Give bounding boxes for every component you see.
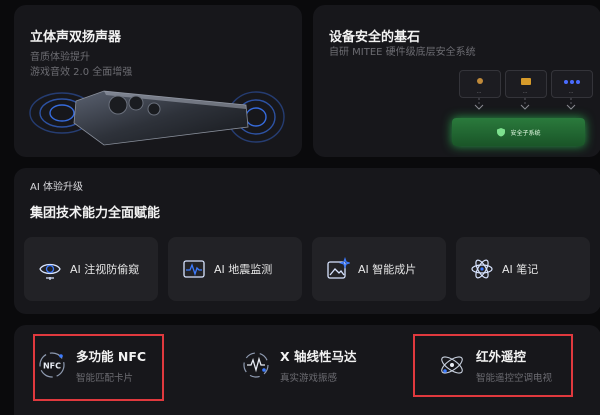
vibration-motor-icon <box>243 352 269 378</box>
speaker-card: 立体声双扬声器 音质体验提升 游戏音效 2.0 全面增强 <box>14 5 302 157</box>
secure-subsystem-label: 安全子系统 <box>510 129 541 137</box>
motor-title: X 轴线性马达 <box>280 349 357 364</box>
ai-small-label: AI 体验升级 <box>30 182 83 193</box>
nfc-highlight-box <box>33 334 164 401</box>
feature-tile-eye-privacy[interactable]: AI 注视防偷窥 <box>24 237 158 301</box>
security-title: 设备安全的基石 <box>329 30 421 45</box>
ai-heading: 集团技术能力全面赋能 <box>30 206 161 221</box>
feature-tile-notes[interactable]: AI 笔记 <box>456 237 590 301</box>
feature-label-earthquake: AI 地震监测 <box>214 263 273 276</box>
feature-label-eye-privacy: AI 注视防偷窥 <box>70 263 140 276</box>
secure-subsystem-chip: 安全子系统 <box>452 118 585 146</box>
eye-shield-icon <box>39 263 61 280</box>
phone-speaker-illustration <box>29 90 285 146</box>
feature-tile-earthquake[interactable]: AI 地震监测 <box>168 237 302 301</box>
feature-label-notes: AI 笔记 <box>502 263 539 276</box>
feature-tile-smart-video[interactable]: AI 智能成片 <box>312 237 446 301</box>
image-sparkle-icon <box>327 257 350 279</box>
x-axis-motor-feature[interactable]: X 轴线性马达 真实游戏振感 <box>240 345 357 385</box>
atom-icon <box>471 259 493 279</box>
seismic-wave-icon <box>183 260 205 278</box>
motor-subtitle: 真实游戏振感 <box>280 373 338 384</box>
infrared-highlight-box <box>413 334 573 397</box>
connector-lines <box>474 98 576 110</box>
security-subtitle: 自研 MITEE 硬件级底层安全系统 <box>329 47 476 58</box>
feature-label-smart-video: AI 智能成片 <box>358 263 417 276</box>
shield-icon <box>497 128 506 137</box>
